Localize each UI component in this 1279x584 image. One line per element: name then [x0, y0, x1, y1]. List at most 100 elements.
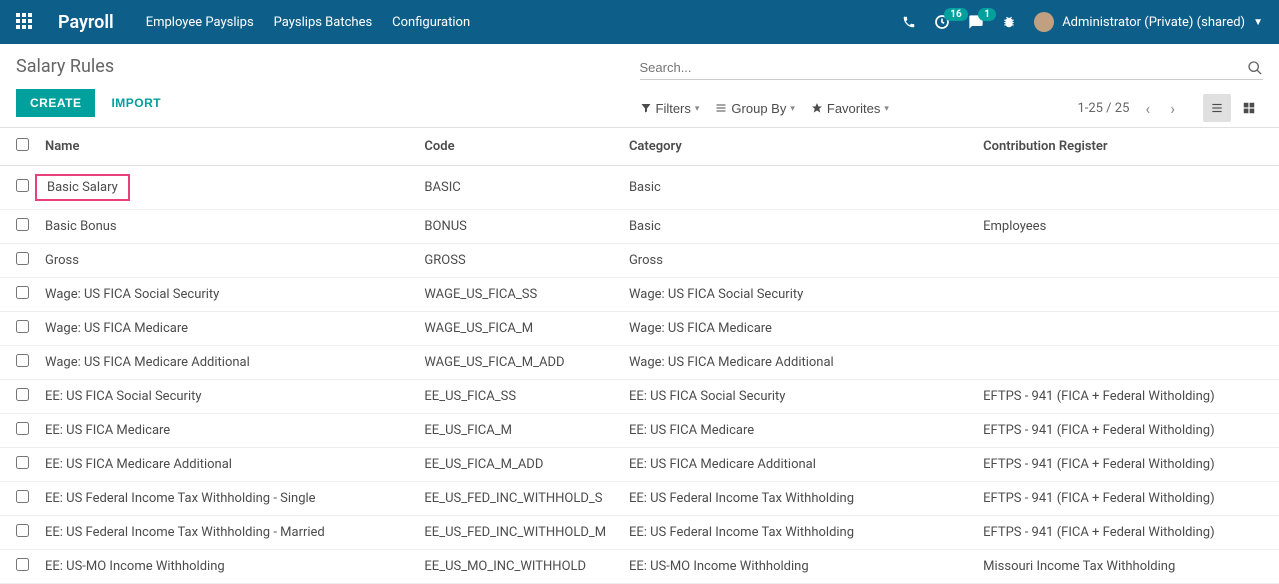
activity-badge: 16 [944, 8, 967, 21]
row-checkbox[interactable] [16, 456, 29, 469]
grid-icon [1242, 101, 1256, 115]
cell-category: Basic [621, 210, 975, 244]
row-checkbox[interactable] [16, 320, 29, 333]
cell-code: BASIC [416, 166, 621, 210]
table-row[interactable]: EE: US FICA MedicareEE_US_FICA_MEE: US F… [0, 414, 1279, 448]
cell-contribution: Employees [975, 210, 1279, 244]
cell-name: EE: US FICA Medicare Additional [37, 448, 416, 482]
cell-contribution [975, 312, 1279, 346]
row-checkbox[interactable] [16, 422, 29, 435]
cell-name: Wage: US FICA Medicare Additional [37, 346, 416, 380]
user-menu[interactable]: Administrator (Private) (shared) ▼ [1034, 12, 1263, 32]
cell-code: GROSS [416, 244, 621, 278]
list-icon [715, 102, 727, 114]
table-row[interactable]: Wage: US FICA Social SecurityWAGE_US_FIC… [0, 278, 1279, 312]
select-all-checkbox[interactable] [16, 138, 29, 151]
table-row[interactable]: EE: US FICA Social SecurityEE_US_FICA_SS… [0, 380, 1279, 414]
column-header-category[interactable]: Category [621, 128, 975, 166]
table-row[interactable]: Wage: US FICA Medicare AdditionalWAGE_US… [0, 346, 1279, 380]
avatar-icon [1034, 12, 1054, 32]
table-row[interactable]: EE: US Federal Income Tax Withholding - … [0, 482, 1279, 516]
groupby-button[interactable]: Group By ▾ [715, 101, 794, 116]
caret-down-icon: ▾ [790, 103, 795, 114]
cell-code: EE_US_FICA_M [416, 414, 621, 448]
caret-down-icon: ▾ [884, 103, 889, 114]
cell-category: EE: US FICA Medicare [621, 414, 975, 448]
pager-next[interactable]: › [1166, 99, 1179, 118]
cell-category: Gross [621, 244, 975, 278]
cell-contribution [975, 346, 1279, 380]
cell-category: EE: US FICA Social Security [621, 380, 975, 414]
cell-name: Wage: US FICA Medicare [37, 312, 416, 346]
row-checkbox[interactable] [16, 179, 29, 192]
cell-name: Basic Bonus [37, 210, 416, 244]
table-row[interactable]: Basic SalaryBASICBasic [0, 166, 1279, 210]
row-checkbox[interactable] [16, 558, 29, 571]
cell-code: WAGE_US_FICA_M_ADD [416, 346, 621, 380]
row-checkbox[interactable] [16, 388, 29, 401]
table-row[interactable]: Basic BonusBONUSBasicEmployees [0, 210, 1279, 244]
row-checkbox[interactable] [16, 354, 29, 367]
salary-rules-table: Name Code Category Contribution Register… [0, 128, 1279, 584]
cell-contribution: EFTPS - 941 (FICA + Federal Witholding) [975, 414, 1279, 448]
search-bar [640, 56, 1264, 80]
cell-name: EE: US-MO Income Withholding [37, 550, 416, 584]
cell-category: Basic [621, 166, 975, 210]
nav-link-configuration[interactable]: Configuration [392, 15, 470, 30]
cell-contribution [975, 278, 1279, 312]
cell-code: EE_US_MO_INC_WITHHOLD [416, 550, 621, 584]
cell-contribution [975, 244, 1279, 278]
activity-icon[interactable]: 16 [934, 14, 950, 30]
row-checkbox[interactable] [16, 218, 29, 231]
column-header-name[interactable]: Name [37, 128, 416, 166]
row-checkbox[interactable] [16, 252, 29, 265]
cell-category: Wage: US FICA Medicare [621, 312, 975, 346]
pager-counter[interactable]: 1-25 / 25 [1077, 101, 1129, 116]
column-header-code[interactable]: Code [416, 128, 621, 166]
caret-down-icon: ▼ [1253, 17, 1263, 28]
cell-code: BONUS [416, 210, 621, 244]
debug-icon[interactable] [1002, 15, 1016, 29]
favorites-button[interactable]: Favorites ▾ [811, 101, 889, 116]
cell-name: EE: US FICA Social Security [37, 380, 416, 414]
row-checkbox[interactable] [16, 490, 29, 503]
cell-code: EE_US_FICA_SS [416, 380, 621, 414]
import-button[interactable]: IMPORT [103, 89, 169, 117]
nav-link-payslips[interactable]: Employee Payslips [146, 15, 254, 30]
cell-contribution: EFTPS - 941 (FICA + Federal Witholding) [975, 482, 1279, 516]
table-row[interactable]: EE: US FICA Medicare AdditionalEE_US_FIC… [0, 448, 1279, 482]
search-icon[interactable] [1247, 60, 1263, 76]
create-button[interactable]: CREATE [16, 89, 95, 117]
breadcrumb: Salary Rules [16, 56, 640, 77]
cell-name: Gross [37, 244, 416, 278]
cell-contribution: EFTPS - 941 (FICA + Federal Witholding) [975, 448, 1279, 482]
caret-down-icon: ▾ [695, 103, 700, 114]
messaging-icon[interactable]: 1 [968, 14, 984, 30]
cell-code: EE_US_FED_INC_WITHHOLD_S [416, 482, 621, 516]
control-panel: Salary Rules CREATE IMPORT Filters ▾ Gro… [0, 44, 1279, 127]
column-header-contribution[interactable]: Contribution Register [975, 128, 1279, 166]
cell-category: Wage: US FICA Medicare Additional [621, 346, 975, 380]
table-row[interactable]: Wage: US FICA MedicareWAGE_US_FICA_MWage… [0, 312, 1279, 346]
filters-button[interactable]: Filters ▾ [640, 101, 700, 116]
app-brand[interactable]: Payroll [58, 12, 114, 33]
table-row[interactable]: EE: US-MO Income WithholdingEE_US_MO_INC… [0, 550, 1279, 584]
cell-name: Basic Salary [37, 166, 416, 210]
list-view-button[interactable] [1203, 94, 1231, 122]
nav-link-batches[interactable]: Payslips Batches [274, 15, 373, 30]
cell-code: EE_US_FED_INC_WITHHOLD_M [416, 516, 621, 550]
main-navbar: Payroll Employee Payslips Payslips Batch… [0, 0, 1279, 44]
cell-contribution: EFTPS - 941 (FICA + Federal Witholding) [975, 380, 1279, 414]
phone-icon[interactable] [902, 15, 916, 29]
apps-menu-icon[interactable] [16, 13, 34, 31]
row-checkbox[interactable] [16, 524, 29, 537]
kanban-view-button[interactable] [1235, 94, 1263, 122]
cell-category: EE: US Federal Income Tax Withholding [621, 516, 975, 550]
list-icon [1210, 101, 1224, 115]
pager-prev[interactable]: ‹ [1141, 99, 1154, 118]
table-row[interactable]: GrossGROSSGross [0, 244, 1279, 278]
search-input[interactable] [640, 56, 1248, 79]
cell-category: EE: US FICA Medicare Additional [621, 448, 975, 482]
table-row[interactable]: EE: US Federal Income Tax Withholding - … [0, 516, 1279, 550]
row-checkbox[interactable] [16, 286, 29, 299]
